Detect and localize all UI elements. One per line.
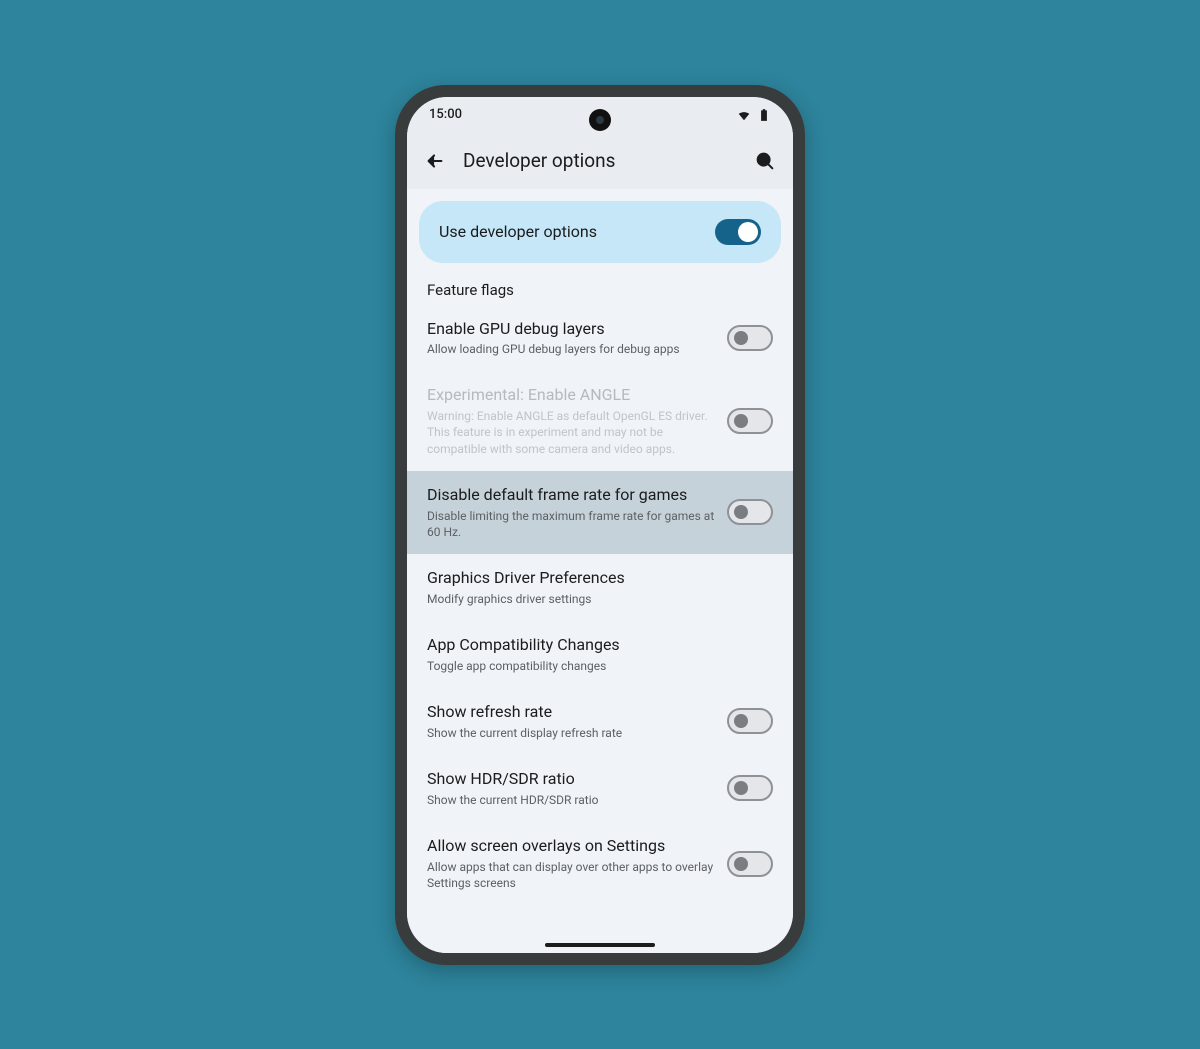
setting-row[interactable]: Show refresh rate Show the current displa… [407,688,793,755]
master-toggle-label: Use developer options [439,222,597,241]
phone-frame: 15:00 Developer options Use developer op… [395,85,805,965]
battery-icon [757,108,771,122]
setting-text: Show HDR/SDR ratio Show the current HDR/S… [427,769,715,808]
setting-title: Experimental: Enable ANGLE [427,385,715,406]
section-header: Feature flags [407,263,793,305]
setting-title: Show HDR/SDR ratio [427,769,715,790]
setting-row[interactable]: Disable default frame rate for gamesDisa… [407,471,793,554]
setting-title: Allow screen overlays on Settings [427,836,715,857]
wifi-icon [737,108,751,122]
setting-title: Graphics Driver Preferences [427,568,773,589]
setting-title: App Compatibility Changes [427,635,773,656]
master-toggle[interactable] [715,219,761,245]
setting-subtitle: Show the current display refresh rate [427,725,715,741]
setting-subtitle: Disable limiting the maximum frame rate … [427,508,715,540]
setting-subtitle: Allow loading GPU debug layers for debug… [427,341,715,357]
setting-toggle [727,408,773,434]
setting-title: Disable default frame rate for games [427,485,715,506]
setting-text: Disable default frame rate for gamesDisa… [427,485,715,540]
setting-subtitle: Toggle app compatibility changes [427,658,773,674]
master-toggle-card[interactable]: Use developer options [419,201,781,263]
setting-row[interactable]: Graphics Driver Preferences Modify graphi… [407,554,793,621]
setting-toggle[interactable] [727,851,773,877]
setting-text: Allow screen overlays on SettingsAllow a… [427,836,715,891]
setting-row: Experimental: Enable ANGLEWarning: Enabl… [407,371,793,470]
setting-toggle[interactable] [727,325,773,351]
search-button[interactable] [745,141,785,181]
search-icon [754,150,776,172]
status-icons [737,108,771,122]
setting-text: Enable GPU debug layersAllow loading GPU… [427,319,715,358]
front-camera [589,109,611,131]
setting-subtitle: Show the current HDR/SDR ratio [427,792,715,808]
setting-text: App Compatibility Changes Toggle app comp… [427,635,773,674]
setting-toggle[interactable] [727,708,773,734]
setting-title: Enable GPU debug layers [427,319,715,340]
setting-toggle[interactable] [727,775,773,801]
setting-row[interactable]: Show HDR/SDR ratio Show the current HDR/S… [407,755,793,822]
home-indicator[interactable] [545,943,655,947]
back-button[interactable] [415,141,455,181]
status-time: 15:00 [429,107,462,122]
page-title: Developer options [459,149,741,172]
setting-row[interactable]: Allow screen overlays on SettingsAllow a… [407,822,793,905]
setting-title: Show refresh rate [427,702,715,723]
setting-row[interactable]: Enable GPU debug layersAllow loading GPU… [407,305,793,372]
setting-row[interactable]: App Compatibility Changes Toggle app comp… [407,621,793,688]
setting-text: Graphics Driver Preferences Modify graphi… [427,568,773,607]
setting-subtitle: Allow apps that can display over other a… [427,859,715,891]
phone-screen: 15:00 Developer options Use developer op… [407,97,793,953]
setting-subtitle: Modify graphics driver settings [427,591,773,607]
setting-text: Show refresh rate Show the current displa… [427,702,715,741]
setting-text: Experimental: Enable ANGLEWarning: Enabl… [427,385,715,456]
app-bar: Developer options [407,133,793,189]
setting-subtitle: Warning: Enable ANGLE as default OpenGL … [427,408,715,457]
settings-list: Enable GPU debug layersAllow loading GPU… [407,305,793,906]
settings-content: Use developer options Feature flags Enab… [407,189,793,953]
setting-toggle[interactable] [727,499,773,525]
back-arrow-icon [424,150,446,172]
